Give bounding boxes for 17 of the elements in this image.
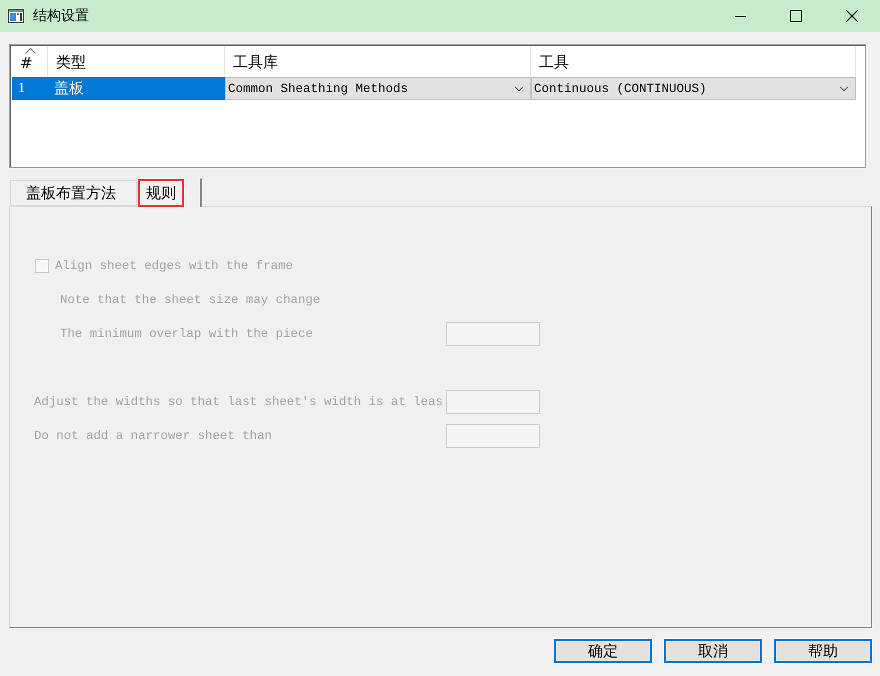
tab[interactable]: 规则 — [137, 178, 202, 207]
note-text: Note that the sheet size may change — [60, 293, 320, 307]
dialog-button[interactable]: 确定 — [554, 639, 652, 663]
close-icon — [846, 10, 858, 22]
dropdown[interactable]: Common Sheathing Methods — [225, 77, 531, 100]
field-label: Do not add a narrower sheet than — [34, 429, 273, 443]
dropdown[interactable]: Continuous (CONTINUOUS) — [531, 77, 856, 100]
table-cell[interactable]: 盖板 — [48, 77, 225, 100]
maximize-icon — [790, 10, 802, 22]
field-label: Adjust the widths so that last sheet's width is at leas — [34, 395, 444, 409]
table-cell[interactable]: 1 — [12, 77, 48, 100]
dialog-button[interactable]: 帮助 — [774, 639, 872, 663]
dialog-button[interactable]: 取消 — [664, 639, 762, 663]
window-title: 结构设置 — [33, 7, 89, 25]
window-icon — [8, 9, 24, 23]
field-label: The minimum overlap with the piece — [60, 327, 314, 341]
tab[interactable]: 盖板布置方法 — [10, 180, 137, 206]
